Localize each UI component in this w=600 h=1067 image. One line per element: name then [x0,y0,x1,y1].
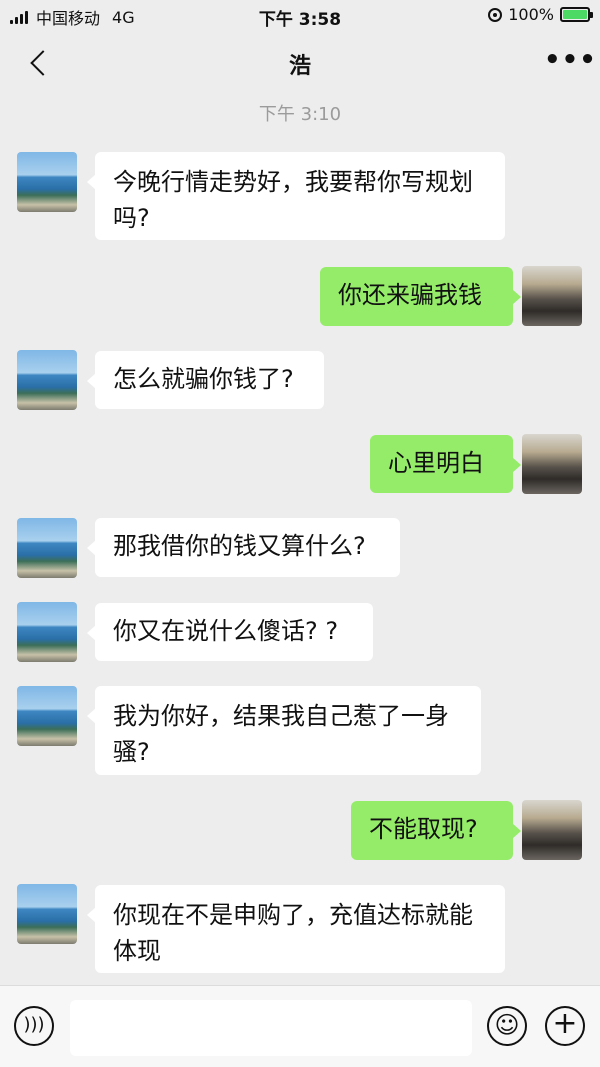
contact-avatar[interactable] [17,152,77,212]
message-timestamp: 下午 3:10 [258,104,342,125]
message-text-line: 怎么就骗你钱了? [113,365,294,393]
user-avatar[interactable] [522,434,582,494]
chat-title: 浩 [288,54,311,79]
message-bubble[interactable]: 不能取现? [351,801,521,860]
contact-avatar[interactable] [17,602,77,662]
message-text-line: 吗? [113,204,150,232]
message-text-line: 今晚行情走势好，我要帮你写规划 [113,168,473,196]
battery-fill [563,10,587,19]
emoji-icon[interactable]: ☺ [487,1006,527,1046]
nav-bar: 浩 ••• [0,30,600,94]
message-text-line: 你又在说什么傻话? ? [113,617,339,645]
contact-avatar[interactable] [17,350,77,410]
message-bubble[interactable]: 你又在说什么傻话? ? [87,603,373,661]
voice-icon[interactable]: ))) [14,1006,54,1046]
contact-avatar[interactable] [17,518,77,578]
plus-icon[interactable]: + [545,1006,585,1046]
orientation-lock-icon [488,7,503,22]
message-bubble[interactable]: 心里明白 [370,435,521,493]
input-bar: ))) ☺ + [0,985,600,1067]
message-text-line: 体现 [113,937,161,965]
message-text-line: 你现在不是申购了，充值达标就能 [113,901,473,929]
contact-avatar[interactable] [17,884,77,944]
message-bubble[interactable]: 怎么就骗你钱了? [87,351,324,409]
battery-icon [560,7,593,22]
message-text-line: 你还来骗我钱 [338,281,482,309]
battery-percent: 100% [508,5,554,24]
message-text-line: 骚? [113,738,150,766]
status-bar: 中国移动 4G 下午 3:58 100% [0,0,600,30]
user-avatar[interactable] [522,800,582,860]
message-bubble[interactable]: 那我借你的钱又算什么? [87,518,400,577]
message-bubble[interactable]: 我为你好，结果我自己惹了一身 骚? [87,686,481,775]
message-input[interactable] [70,1000,472,1056]
message-text-line: 不能取现? [369,815,478,843]
message-text-line: 我为你好，结果我自己惹了一身 [113,702,449,730]
user-avatar[interactable] [522,266,582,326]
status-right: 100% [488,5,593,24]
message-text-line: 心里明白 [388,449,484,477]
message-bubble[interactable]: 你现在不是申购了，充值达标就能 体现 [87,885,505,973]
message-text-line: 那我借你的钱又算什么? [113,532,366,560]
contact-avatar[interactable] [17,686,77,746]
message-bubble[interactable]: 你还来骗我钱 [320,267,521,326]
message-bubble[interactable]: 今晚行情走势好，我要帮你写规划 吗? [87,152,505,240]
more-options-button[interactable]: ••• [544,47,596,78]
